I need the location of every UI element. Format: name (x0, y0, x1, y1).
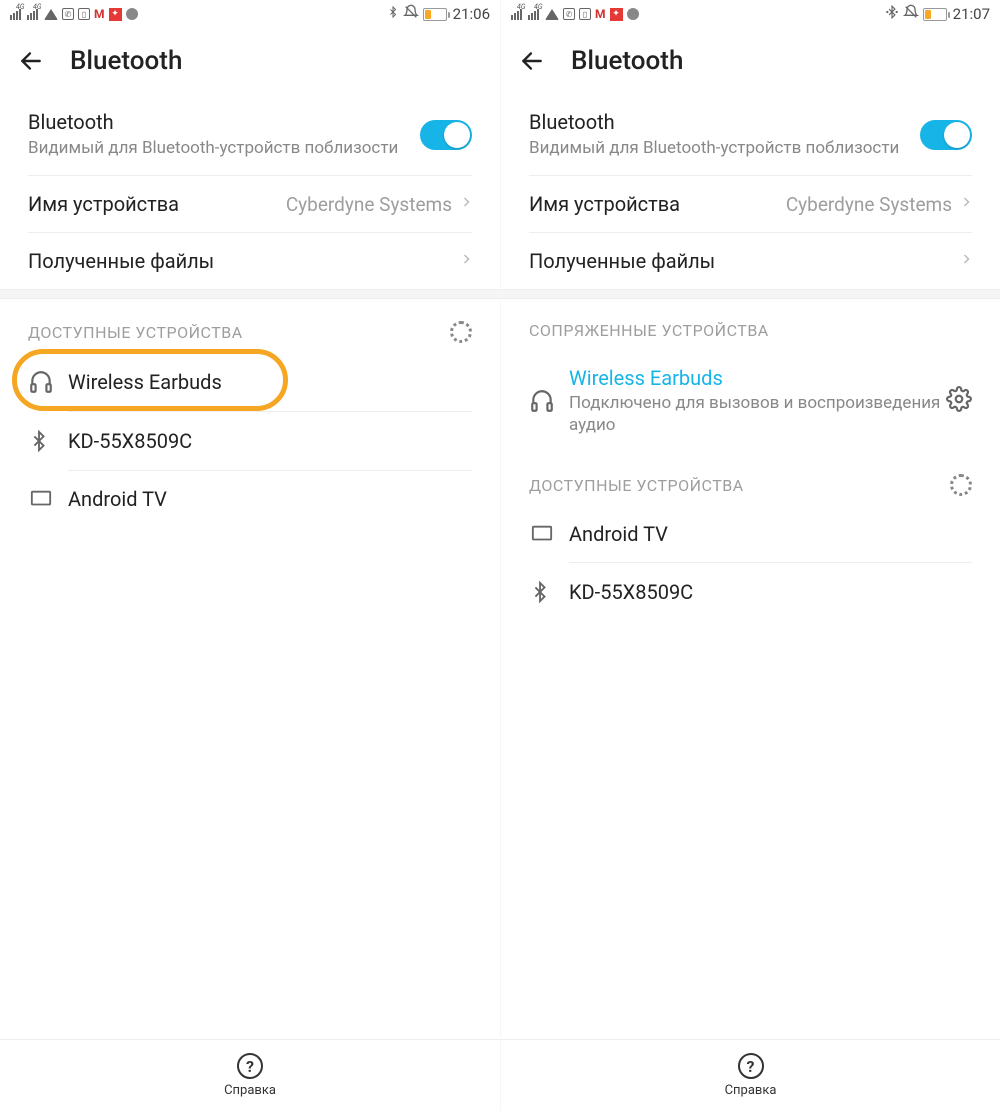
device-status: Подключено для вызовов и воспроизведения… (569, 392, 946, 436)
device-row-wireless-earbuds[interactable]: Wireless Earbuds (0, 353, 500, 411)
available-devices-header: ДОСТУПНЫЕ УСТРОЙСТВА (501, 452, 1000, 506)
help-icon: ? (237, 1053, 263, 1079)
bluetooth-icon (529, 579, 569, 605)
bluetooth-icon (28, 428, 68, 454)
viber-icon: ✆ (563, 8, 575, 20)
device-name: Android TV (68, 487, 472, 511)
headphones-icon (28, 369, 68, 395)
mute-icon (403, 4, 419, 24)
available-devices-header: ДОСТУПНЫЕ УСТРОЙСТВА (0, 299, 500, 353)
paired-devices-header: СОПРЯЖЕННЫЕ УСТРОЙСТВА (501, 299, 1000, 350)
bluetooth-toggle-sub: Видимый для Bluetooth-устройств поблизос… (529, 137, 920, 159)
battery-icon (423, 8, 447, 21)
signal-1-icon: 4G (511, 9, 522, 20)
status-time: 21:07 (953, 5, 990, 23)
bluetooth-status-icon (387, 5, 399, 23)
wifi-icon (545, 9, 559, 20)
back-button[interactable] (519, 48, 545, 74)
battery-saver-icon: ▯ (78, 8, 90, 20)
device-settings-button[interactable] (946, 386, 972, 416)
chevron-right-icon (960, 193, 972, 215)
display-icon (28, 488, 68, 510)
help-label: Справка (725, 1083, 777, 1098)
bluetooth-toggle-row[interactable]: Bluetooth Видимый для Bluetooth-устройст… (501, 94, 1000, 175)
back-button[interactable] (18, 48, 44, 74)
viber-icon: ✆ (62, 8, 74, 20)
wifi-icon (44, 9, 58, 20)
device-row-androidtv[interactable]: Android TV (0, 471, 500, 527)
received-files-label: Полученные файлы (28, 249, 460, 273)
scanning-spinner-icon (950, 474, 972, 496)
device-name: KD-55X8509C (68, 429, 472, 453)
aliexpress-icon: ✦ (109, 8, 122, 21)
chevron-right-icon (960, 250, 972, 272)
help-button[interactable]: ? Справка (0, 1039, 500, 1111)
received-files-row[interactable]: Полученные файлы (501, 233, 1000, 289)
device-name-value: Cyberdyne Systems (286, 193, 452, 216)
bluetooth-toggle-sub: Видимый для Bluetooth-устройств поблизос… (28, 137, 420, 159)
help-label: Справка (224, 1083, 276, 1098)
bluetooth-toggle-switch[interactable] (920, 120, 972, 150)
device-row-kd55[interactable]: KD-55X8509C (501, 563, 1000, 621)
battery-saver-icon: ▯ (579, 8, 591, 20)
scanning-spinner-icon (450, 321, 472, 343)
device-name-row[interactable]: Имя устройства Cyberdyne Systems (0, 176, 500, 232)
device-row-androidtv[interactable]: Android TV (501, 506, 1000, 562)
device-name-label: Имя устройства (28, 192, 286, 216)
chevron-right-icon (460, 250, 472, 272)
device-name-label: Имя устройства (529, 192, 786, 216)
battery-icon (923, 8, 947, 21)
status-bar: 4G 4G ✆ ▯ M ✦ 21:07 (501, 0, 1000, 28)
device-name-value: Cyberdyne Systems (786, 193, 952, 216)
received-files-row[interactable]: Полученные файлы (0, 233, 500, 289)
app-icon (126, 8, 138, 20)
headphones-icon (529, 388, 569, 414)
status-time: 21:06 (453, 5, 490, 23)
app-icon (627, 8, 639, 20)
page-title: Bluetooth (571, 46, 683, 76)
device-name-row[interactable]: Имя устройства Cyberdyne Systems (501, 176, 1000, 232)
screen-left: 4G 4G ✆ ▯ M ✦ 21:06 (0, 0, 500, 1111)
help-button[interactable]: ? Справка (501, 1039, 1000, 1111)
gmail-icon: M (595, 7, 606, 21)
display-icon (529, 523, 569, 545)
page-title: Bluetooth (70, 46, 182, 76)
bluetooth-toggle-label: Bluetooth (28, 110, 420, 134)
aliexpress-icon: ✦ (610, 8, 623, 21)
bluetooth-toggle-row[interactable]: Bluetooth Видимый для Bluetooth-устройст… (0, 94, 500, 175)
chevron-right-icon (460, 193, 472, 215)
mute-icon (903, 4, 919, 24)
received-files-label: Полученные файлы (529, 249, 960, 273)
device-name: Android TV (569, 522, 972, 546)
signal-2-icon: 4G (528, 9, 539, 20)
bluetooth-toggle-label: Bluetooth (529, 110, 920, 134)
bluetooth-connected-icon (885, 5, 899, 23)
gmail-icon: M (94, 7, 105, 21)
device-name: Wireless Earbuds (569, 366, 946, 390)
device-name: KD-55X8509C (569, 580, 972, 604)
device-name: Wireless Earbuds (68, 370, 472, 394)
device-row-kd55[interactable]: KD-55X8509C (0, 412, 500, 470)
bluetooth-toggle-switch[interactable] (420, 120, 472, 150)
screen-right: 4G 4G ✆ ▯ M ✦ 21:07 (500, 0, 1000, 1111)
paired-device-row-earbuds[interactable]: Wireless Earbuds Подключено для вызовов … (501, 350, 1000, 452)
help-icon: ? (738, 1053, 764, 1079)
signal-1-icon: 4G (10, 9, 21, 20)
signal-2-icon: 4G (27, 9, 38, 20)
status-bar: 4G 4G ✆ ▯ M ✦ 21:06 (0, 0, 500, 28)
